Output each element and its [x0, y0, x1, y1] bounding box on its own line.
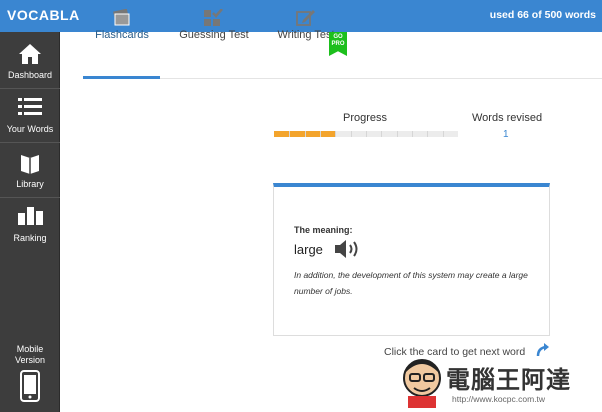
sidebar-item-label: Library [16, 179, 44, 189]
progress-segment-divider [366, 131, 367, 137]
bar-chart-icon [18, 207, 43, 225]
sidebar-item-label: Your Words [6, 124, 54, 134]
sidebar: Dashboard Your Words Library Ranking Mob… [0, 32, 60, 412]
watermark-url: http://www.kocpc.com.tw [452, 394, 546, 404]
active-tab-indicator [83, 76, 160, 79]
grid-check-icon [204, 9, 223, 26]
mobile-label: Mobile Version [0, 344, 60, 366]
watermark-text: 電腦王阿達 [446, 367, 571, 394]
word-text: large [294, 242, 323, 257]
sidebar-item-dashboard[interactable]: Dashboard [0, 36, 60, 90]
curved-arrow-icon [536, 343, 549, 357]
home-icon [19, 44, 41, 64]
tab-flashcards[interactable]: Flashcards [90, 0, 154, 46]
sidebar-item-ranking[interactable]: Ranking [0, 199, 60, 253]
cards-icon [113, 9, 130, 26]
app-logo[interactable]: VOCABLA [7, 7, 80, 23]
progress-segment-divider [320, 131, 321, 137]
word-usage-counter: used 66 of 500 words [489, 9, 596, 21]
go-pro-line1: GO [333, 34, 343, 40]
tabs-divider [83, 78, 602, 79]
speaker-icon[interactable] [334, 239, 362, 259]
flashcard[interactable]: The meaning: large In addition, the deve… [273, 183, 550, 336]
mobile-label-line1: Mobile [16, 344, 44, 354]
books-icon [21, 155, 39, 174]
edit-icon [296, 10, 315, 26]
sidebar-item-library[interactable]: Library [0, 145, 60, 199]
progress-segment-divider [396, 131, 398, 137]
go-pro-line2: PRO [331, 41, 345, 47]
progress-segment-divider [335, 131, 337, 137]
go-pro-badge[interactable]: GO PRO [329, 32, 347, 56]
divider [0, 142, 60, 143]
tab-label: Writing Test [277, 29, 335, 41]
progress-label: Progress [343, 112, 388, 124]
progress-segment-divider [442, 131, 444, 137]
words-revised-value: 1 [503, 129, 509, 140]
progress-segment-divider [412, 131, 413, 137]
tab-label: Flashcards [95, 29, 149, 41]
tab-label: Guessing Test [179, 29, 249, 41]
sidebar-item-label: Dashboard [7, 70, 53, 80]
sidebar-item-label: Ranking [13, 233, 47, 243]
smartphone-icon [20, 370, 40, 402]
watermark-mascot-logo [403, 359, 441, 408]
tab-writing-test[interactable]: Writing Test [274, 0, 338, 46]
meaning-label: The meaning: [294, 225, 353, 235]
mobile-version-link[interactable]: Mobile Version [0, 342, 60, 412]
progress-bar [274, 131, 458, 137]
sidebar-item-your-words[interactable]: Your Words [0, 90, 60, 144]
progress-segment-divider [381, 131, 383, 137]
divider [0, 88, 60, 89]
progress-segment-divider [427, 131, 429, 137]
progress-segment-divider [304, 131, 306, 137]
list-icon [18, 98, 42, 115]
example-sentence: In addition, the development of this sys… [294, 270, 528, 296]
words-revised-label: Words revised [472, 112, 543, 124]
progress-segment-divider [350, 131, 352, 137]
mobile-label-line2: Version [14, 355, 46, 365]
divider [0, 197, 60, 198]
progress-segment-divider [289, 131, 291, 137]
tab-guessing-test[interactable]: Guessing Test [174, 0, 254, 46]
